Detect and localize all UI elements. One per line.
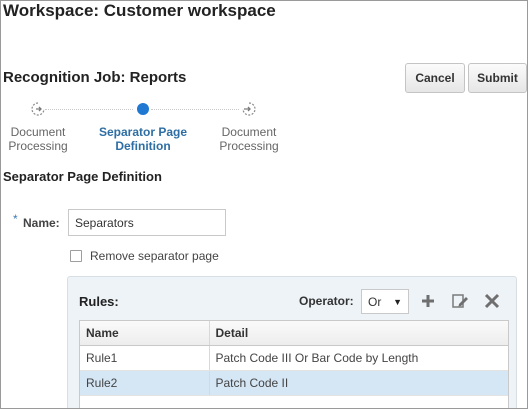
job-title: Recognition Job: Reports [3,69,187,86]
rule-name-cell[interactable]: Rule1 [80,345,209,371]
rule-detail-cell[interactable]: Patch Code III Or Bar Code by Length [208,345,508,371]
current-step-dot-icon [135,101,151,117]
train-step-separator-page-definition: Separator Page Definition [98,125,188,153]
arrow-right-circle-icon[interactable] [30,101,46,117]
cancel-button[interactable]: Cancel [405,63,465,93]
train-connector [151,109,239,110]
name-label: Name: [23,216,60,230]
section-title: Separator Page Definition [3,169,162,184]
column-header-detail[interactable]: Detail [208,321,508,346]
train-connector [45,109,133,110]
train-step-document-processing-previous[interactable]: Document Processing [1,125,88,153]
remove-separator-checkbox[interactable] [70,250,82,262]
table-header-row: Name Detail [80,321,508,346]
rule-name-cell[interactable]: Rule2 [80,370,209,396]
edit-icon[interactable] [450,291,470,311]
column-header-name[interactable]: Name [80,321,209,346]
dropdown-arrow-icon: ▼ [393,296,402,307]
operator-select[interactable]: Or ▼ [361,289,409,314]
remove-separator-label[interactable]: Remove separator page [90,249,219,263]
rules-title: Rules: [79,294,119,309]
table-row-selected[interactable]: Rule2 Patch Code II [80,370,508,396]
workspace-title: Workspace: Customer workspace [3,1,276,20]
name-input[interactable]: Separators [68,209,226,236]
train-step-document-processing-next[interactable]: Document Processing [199,125,299,153]
required-marker: * [13,212,18,226]
rule-detail-cell[interactable]: Patch Code II [208,370,508,396]
arrow-left-circle-icon[interactable] [241,101,257,117]
rules-table: Name Detail Rule1 Patch Code III Or Bar … [79,320,509,408]
operator-label: Operator: [299,294,354,308]
window-frame: Workspace: Customer workspace Recognitio… [0,0,528,409]
table-row[interactable]: Rule1 Patch Code III Or Bar Code by Leng… [80,345,508,371]
submit-button[interactable]: Submit [468,63,527,93]
add-icon[interactable] [418,291,438,311]
operator-value: Or [368,294,382,309]
delete-icon[interactable] [482,291,502,311]
